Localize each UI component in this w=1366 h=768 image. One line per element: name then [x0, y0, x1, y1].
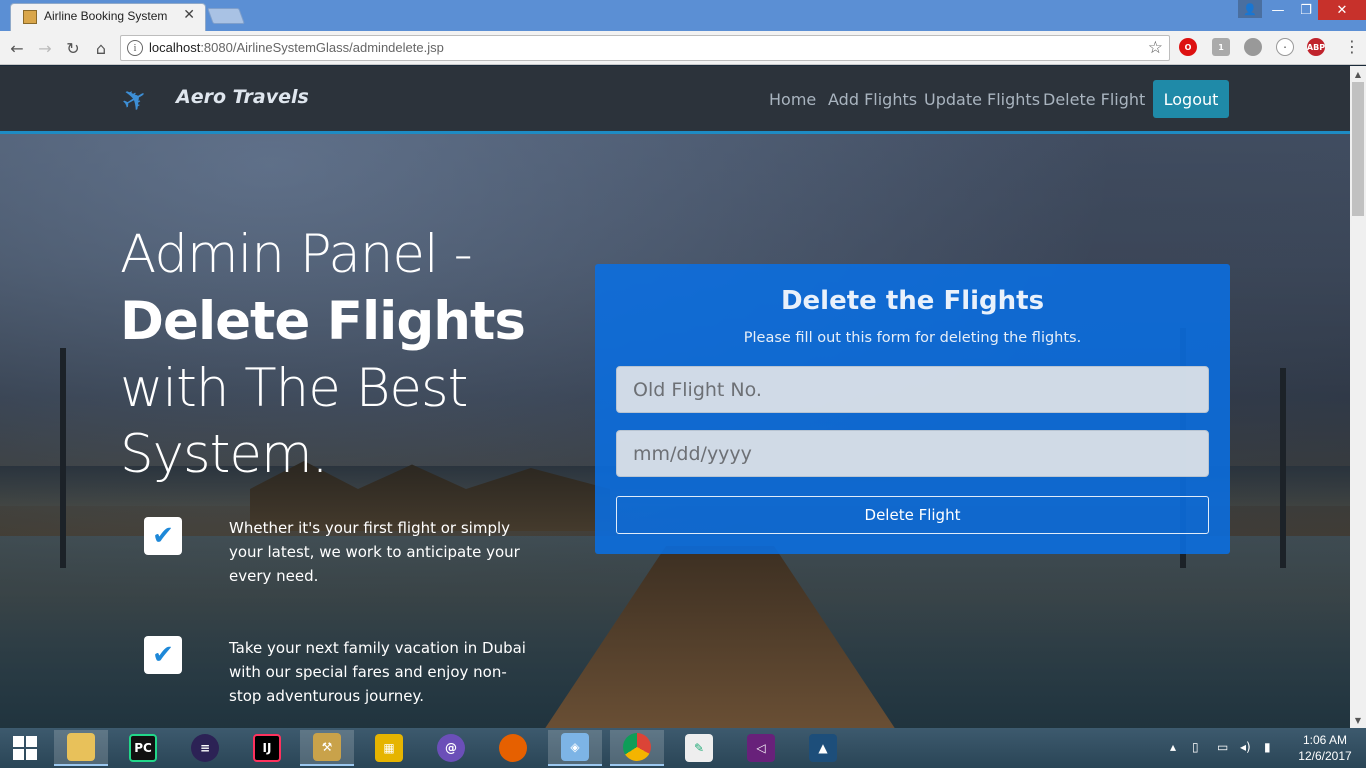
tab-favicon-icon [23, 10, 37, 24]
browser-menu-icon[interactable]: ⋮ [1344, 37, 1360, 56]
hero-heading-line1: Admin Panel - [120, 224, 473, 285]
scroll-thumb[interactable] [1352, 82, 1364, 216]
taskbar-eclipse[interactable]: ≡ [178, 730, 232, 766]
new-tab-button[interactable] [207, 8, 245, 24]
pycharm-icon: PC [129, 734, 157, 762]
tray-expand-icon[interactable]: ▴ [1170, 740, 1176, 754]
airplane-logo-icon[interactable]: ✈ [115, 75, 163, 122]
background-palm [60, 348, 66, 568]
forward-icon[interactable]: → [34, 37, 56, 59]
taskbar-notepad[interactable]: ✎ [672, 730, 726, 766]
back-icon[interactable]: ← [6, 37, 28, 59]
firefox-icon [499, 734, 527, 762]
cube-icon: ◈ [561, 733, 589, 761]
tools-icon: ⚒ [313, 733, 341, 761]
taskbar-file-explorer[interactable] [54, 730, 108, 766]
tab-close-icon[interactable]: ✕ [183, 7, 195, 23]
adblock-extension-icon[interactable]: ABP [1307, 38, 1325, 56]
site-info-icon[interactable]: i [127, 40, 143, 56]
tray-wifi-icon[interactable]: ▮ [1264, 740, 1271, 754]
shield-extension-icon[interactable]: 1 [1212, 38, 1230, 56]
browser-toolbar: ← → ↻ ⌂ i localhost:8080/AirlineSystemGl… [0, 31, 1366, 65]
nav-delete-flight-link[interactable]: Delete Flight [1043, 90, 1145, 109]
taskbar-chrome[interactable] [610, 730, 664, 766]
clock-date: 12/6/2017 [1298, 749, 1352, 763]
delete-flight-button[interactable]: Delete Flight [616, 496, 1209, 534]
visual-studio-icon: ◁ [747, 734, 775, 762]
nav-add-flights-link[interactable]: Add Flights [828, 90, 917, 109]
browser-tab[interactable]: Airline Booking System ✕ [10, 3, 206, 31]
logout-button[interactable]: Logout [1153, 80, 1229, 118]
tab-title: Airline Booking System [44, 9, 168, 23]
opera-extension-icon[interactable]: O [1179, 38, 1197, 56]
taskbar-app-swirl[interactable]: @ [424, 730, 478, 766]
folder-icon [67, 733, 95, 761]
chrome-icon [623, 733, 651, 761]
flight-number-input[interactable] [616, 366, 1209, 413]
cloud-extension-icon[interactable] [1244, 38, 1262, 56]
bookmark-star-icon[interactable]: ☆ [1148, 38, 1163, 58]
page-scrollbar[interactable]: ▲ ▼ [1350, 66, 1366, 728]
hero-heading-line2: Delete Flights [120, 291, 526, 352]
feature-text-2: Take your next family vacation in Dubai … [229, 639, 526, 705]
taskbar-clock[interactable]: 1:06 AM 12/6/2017 [1285, 732, 1365, 764]
site-navbar: ✈ Aero Travels Home Add Flights Update F… [0, 66, 1350, 134]
windows-logo-icon [13, 736, 37, 760]
windows-taskbar: PC ≡ IJ ⚒ ▦ @ ◈ ✎ ◁ ▲ ▴ ▯ ▭ ◂) ▮ 1:06 AM… [0, 728, 1366, 768]
window-close-button[interactable]: ✕ [1318, 0, 1366, 20]
address-bar[interactable]: i localhost:8080/AirlineSystemGlass/admi… [120, 35, 1170, 61]
intellij-icon: IJ [253, 734, 281, 762]
tray-device-icon[interactable]: ▯ [1192, 740, 1199, 754]
taskbar-virtualbox[interactable]: ◈ [548, 730, 602, 766]
taskbar-tools[interactable]: ⚒ [300, 730, 354, 766]
page-viewport: ✈ Aero Travels Home Add Flights Update F… [0, 66, 1350, 728]
notepad-icon: ✎ [685, 734, 713, 762]
feature-text-1: Whether it's your first flight or simply… [229, 519, 520, 585]
matlab-icon: ▲ [809, 734, 837, 762]
scroll-down-icon[interactable]: ▼ [1350, 712, 1366, 728]
checkmark-icon: ✔ [144, 517, 182, 555]
taskbar-intellij[interactable]: IJ [240, 730, 294, 766]
taskbar-visual-studio[interactable]: ◁ [734, 730, 788, 766]
start-button[interactable] [0, 728, 50, 768]
hero-heading-line4: System. [120, 424, 328, 485]
delete-flight-form: Delete the Flights Please fill out this … [595, 264, 1230, 554]
eclipse-icon: ≡ [191, 734, 219, 762]
form-subtitle: Please fill out this form for deleting t… [743, 330, 1082, 346]
swirl-app-icon: @ [437, 734, 465, 762]
url-text[interactable]: localhost:8080/AirlineSystemGlass/admind… [149, 40, 444, 55]
home-icon[interactable]: ⌂ [90, 37, 112, 59]
tray-network-icon[interactable]: ▭ [1217, 740, 1228, 754]
nav-update-flights-link[interactable]: Update Flights [924, 90, 1040, 109]
clock-time: 1:06 AM [1302, 733, 1348, 747]
reload-icon[interactable]: ↻ [62, 37, 84, 59]
scroll-up-icon[interactable]: ▲ [1350, 66, 1366, 82]
taskbar-matlab[interactable]: ▲ [796, 730, 850, 766]
hero-heading-line3: with The Best [120, 358, 468, 419]
profile-icon[interactable]: 👤 [1238, 0, 1262, 18]
background-palm [1280, 368, 1286, 568]
taskbar-pycharm[interactable]: PC [116, 730, 170, 766]
checkmark-icon: ✔ [144, 636, 182, 674]
brand-name[interactable]: Aero Travels [176, 86, 309, 108]
tray-volume-icon[interactable]: ◂) [1240, 740, 1251, 754]
circle-extension-icon[interactable]: · [1276, 38, 1294, 56]
taskbar-firefox[interactable] [486, 730, 540, 766]
taskbar-builder[interactable]: ▦ [362, 730, 416, 766]
form-title: Delete the Flights [780, 286, 1045, 316]
browser-tabstrip: Airline Booking System ✕ 👤 — ❐ ✕ [0, 0, 1366, 31]
nav-home-link[interactable]: Home [769, 90, 816, 109]
builder-icon: ▦ [375, 734, 403, 762]
date-input[interactable] [616, 430, 1209, 477]
